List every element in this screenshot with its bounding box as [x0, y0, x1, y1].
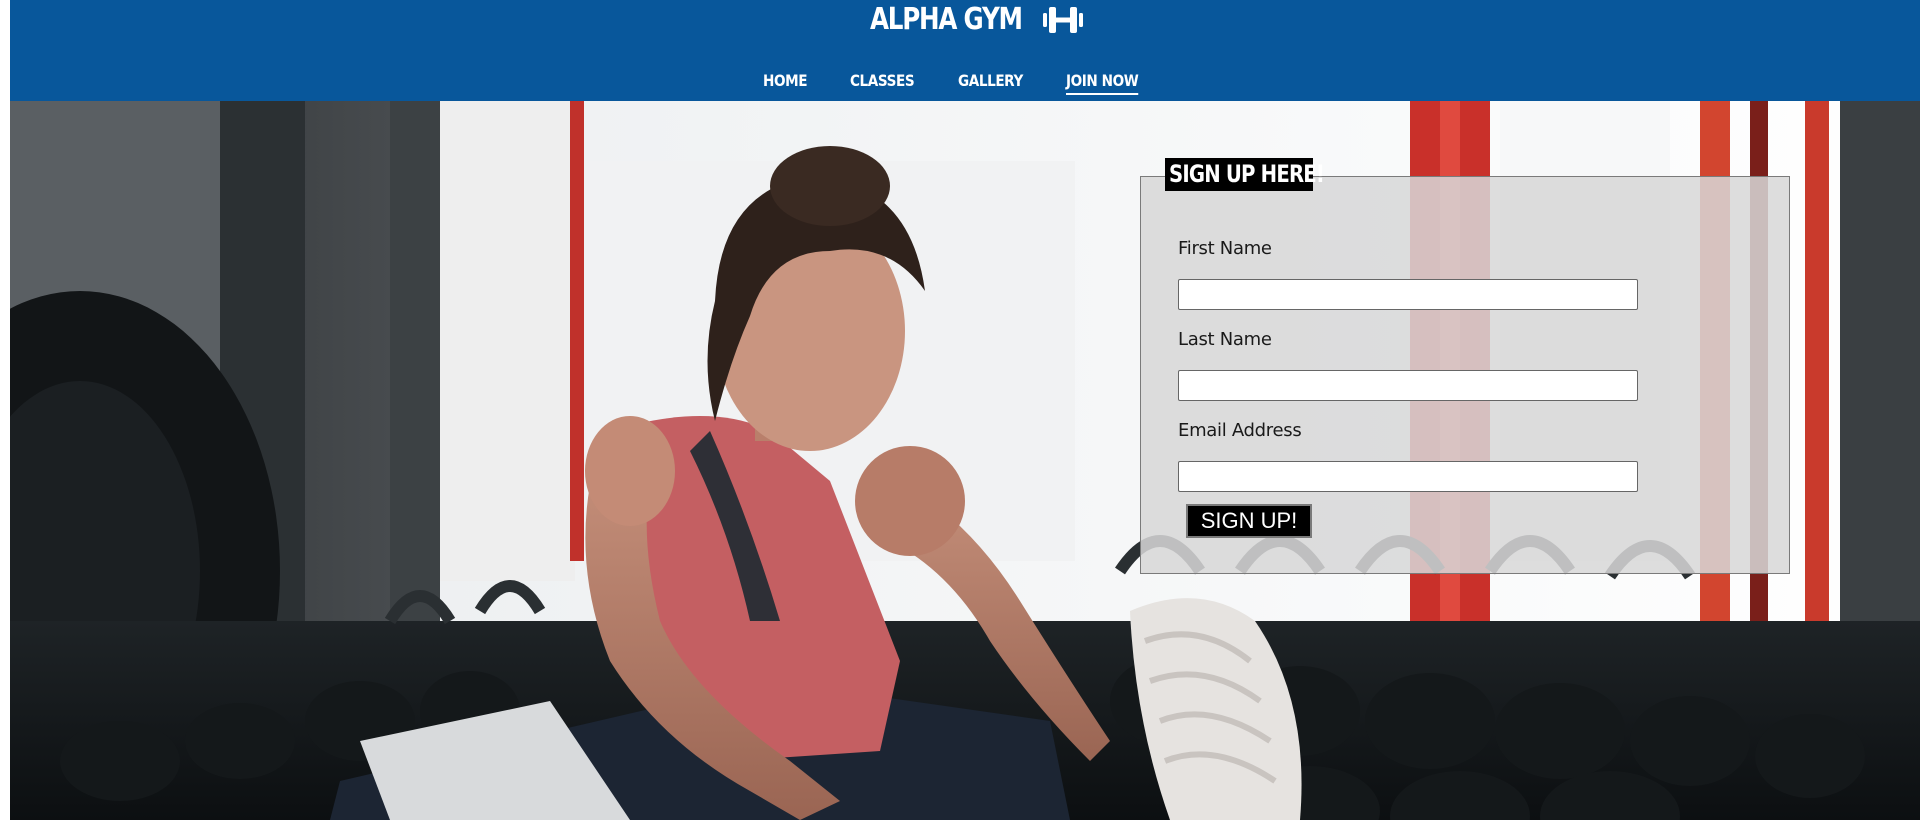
- email-address-label: Email Address: [1178, 420, 1302, 441]
- nav-join-now[interactable]: JOIN NOW: [1066, 70, 1139, 95]
- dumbbell-icon: [1043, 7, 1084, 33]
- last-name-input[interactable]: [1178, 370, 1638, 401]
- first-name-input[interactable]: [1178, 279, 1638, 310]
- nav-home[interactable]: HOME: [763, 70, 807, 92]
- last-name-label: Last Name: [1178, 329, 1272, 350]
- brand-logo[interactable]: ALPHA GYM: [870, 2, 1085, 38]
- first-name-label: First Name: [1178, 238, 1272, 259]
- nav-gallery[interactable]: GALLERY: [958, 70, 1023, 92]
- sign-up-button[interactable]: SIGN UP!: [1186, 504, 1312, 538]
- brand-name: ALPHA GYM: [870, 2, 1023, 37]
- main-nav: HOME CLASSES GALLERY JOIN NOW: [10, 70, 1920, 100]
- page: ALPHA GYM HOME CLASSES GALLERY JOIN NOW: [10, 0, 1920, 820]
- nav-classes[interactable]: CLASSES: [850, 70, 915, 92]
- site-header: ALPHA GYM HOME CLASSES GALLERY JOIN NOW: [10, 0, 1920, 101]
- email-address-input[interactable]: [1178, 461, 1638, 492]
- signup-title-text: SIGN UP HERE!: [1169, 160, 1325, 188]
- signup-title: SIGN UP HERE!: [1165, 158, 1325, 191]
